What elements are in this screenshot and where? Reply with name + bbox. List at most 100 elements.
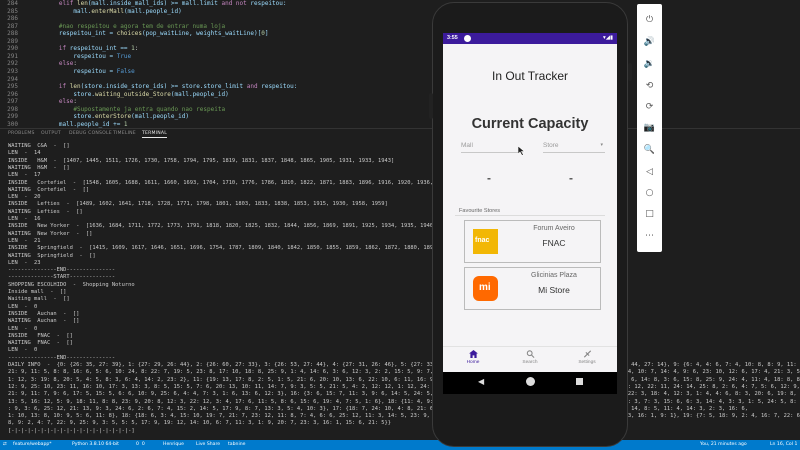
nav-home[interactable]: Home (453, 350, 493, 365)
terminal-line: 12: 9, 25: 10, 23: 11, 16: 10, 17: 3, 13… (8, 383, 800, 390)
tab-debug-console[interactable]: DEBUG CONSOLE (69, 131, 112, 136)
terminal-line: LEN - 0 (8, 347, 38, 354)
python-interpreter[interactable]: Python 3.8.10 64-bit (72, 442, 119, 447)
code-editor[interactable]: 284 elif len(mall.inside_mall_ids) >= ma… (0, 0, 800, 128)
terminal-line: WAITING Auchan - [] (8, 318, 80, 325)
dropdown-arrow-icon: ▾ (600, 142, 603, 148)
terminal-line: Inside mall - [] (8, 289, 67, 295)
card-store: FNAC (542, 238, 566, 248)
status-bar: ⇄ feature/webapp* Python 3.8.10 64-bit 0… (0, 440, 800, 450)
tab-terminal[interactable]: TERMINAL (142, 131, 167, 138)
rotate-right-icon[interactable]: ⟳ (637, 100, 662, 114)
tabnine-status[interactable]: tabnine (228, 442, 245, 447)
live-share-button[interactable]: Live Share (196, 442, 220, 447)
tab-output[interactable]: OUTPUT (41, 131, 61, 136)
terminal-line: LEN - 20 (8, 194, 41, 201)
settings-icon (583, 350, 591, 358)
more-icon[interactable]: ⋯ (637, 229, 662, 243)
capacity-title: Current Capacity (471, 116, 589, 132)
remote-icon[interactable]: ⇄ (3, 442, 7, 447)
home-nav-icon[interactable] (526, 377, 535, 386)
terminal-line: 8, 9: 2, 4: 7, 22: 9, 25: 9, 3: 5, 5: 5,… (8, 420, 391, 427)
code-text: mall.people_id += 1 (30, 120, 128, 128)
power-button (628, 63, 632, 81)
recents-nav-icon[interactable] (576, 378, 583, 385)
terminal-line: DAILY INFO - {0: {26: 35, 27: 39}, 1: {2… (8, 362, 800, 368)
terminal-line: Waiting mall - [] (8, 296, 70, 303)
volume-up-icon[interactable]: 🔊 (637, 35, 662, 49)
terminal-line: : 9, 3: 6, 25: 12, 21: 13, 9: 3, 24: 6, … (8, 405, 748, 412)
fnac-logo: fnac (473, 229, 498, 254)
store-dropdown[interactable]: Store ▾ (543, 140, 605, 153)
back-nav-icon[interactable]: ◀ (478, 377, 484, 386)
mouse-cursor-icon (518, 146, 525, 156)
terminal-line: INSIDE FNAC - [] (8, 332, 73, 339)
tab-timeline[interactable]: TIMELINE (113, 131, 136, 136)
volume-button (429, 93, 433, 119)
card-store: Mi Store (538, 285, 570, 295)
terminal-line: --------------START-------------- (8, 274, 116, 281)
app-screen: 3:55 ▾◢▮ In Out Tracker Current Capacity… (443, 33, 617, 372)
terminal-line: 21: 9, 11: 5, 8: 8, 16: 6, 5: 6, 10: 24,… (8, 369, 800, 376)
terminal-line: LEN - 0 (8, 303, 38, 310)
rotate-left-icon[interactable]: ⟲ (637, 79, 662, 93)
notification-icon (464, 34, 471, 42)
terminal-line: WAITING Lefties - [] (8, 208, 83, 215)
git-branch[interactable]: feature/webapp* (13, 442, 52, 447)
search-icon (526, 350, 534, 358)
terminal-line: ---------------END--------------- (8, 267, 116, 274)
terminal-line: WAITING H&M - [] (8, 164, 70, 171)
nav-search[interactable]: Search (510, 350, 550, 365)
terminal-panel[interactable]: WAITING C&A - [] LEN - 14 INSIDE H&M - [14… (0, 141, 800, 440)
terminal-line: WAITING C&A - [] (8, 143, 70, 149)
terminal-line: SHOPPING ESCOLHIDO - Shopping Noturno (8, 281, 135, 288)
terminal-line: INSIDE Auchan - [] (8, 310, 80, 317)
code-line: 300 mall.people_id += 1 (0, 121, 800, 128)
terminal-line: LEN - 14 (8, 150, 41, 157)
terminal-line: INSIDE New Yorker - [1636, 1684, 1711, 1… (8, 223, 456, 230)
favourites-label: Favourite Stores (459, 208, 501, 214)
power-icon[interactable]: ⏻ (637, 13, 662, 27)
store-count: - (569, 171, 573, 185)
clock: 3:55 (447, 35, 458, 41)
mall-dropdown[interactable]: Mall (461, 140, 523, 153)
terminal-line: 1: 10, 13: 8, 10: 9, 5: 6, 11: 8}, 18: {… (8, 413, 800, 420)
favourite-card-fnac[interactable]: fnac Forum Aveiro FNAC (464, 220, 601, 263)
bottom-navigation: Home Search Settings (443, 346, 617, 372)
terminal-line: WAITING FNAC - [] (8, 340, 73, 347)
terminal-line: INSIDE H&M - [1407, 1445, 1511, 1726, 17… (8, 157, 395, 164)
home-circle-icon[interactable]: ○ (637, 186, 662, 200)
card-place: Forum Aveiro (533, 225, 575, 232)
card-place: Glicinias Plaza (531, 272, 577, 279)
zoom-icon[interactable]: 🔍 (637, 143, 662, 157)
terminal-line: WAITING Cortefiel - [] (8, 186, 90, 193)
user-account[interactable]: Henrique (163, 442, 184, 447)
signal-battery-icon: ▾◢▮ (602, 34, 613, 41)
volume-down-icon[interactable]: 🔉 (637, 57, 662, 71)
git-blame[interactable]: You, 21 minutes ago (700, 442, 747, 447)
mall-count: - (487, 171, 491, 185)
terminal-line: 13: 5, 16: 12, 5: 9, 18: 11, 8: 8, 23: 9… (8, 398, 800, 405)
problems-count[interactable]: 0 0 (136, 442, 145, 447)
terminal-line: [-|-|-|-|-|-|-|-|-|-|-|-|-|-|-|-|-|-|-] (8, 427, 135, 434)
overview-icon[interactable]: □ (637, 207, 662, 221)
cursor-position[interactable]: Ln 16, Col 1 (770, 442, 797, 447)
favourite-card-mi-store[interactable]: mi Glicinias Plaza Mi Store (464, 267, 601, 310)
tab-problems[interactable]: PROBLEMS (8, 131, 35, 136)
camera-icon[interactable]: 📷 (637, 121, 662, 135)
home-icon (468, 350, 478, 358)
terminal-line: INSIDE Springfield - [1415, 1609, 1617, … (8, 245, 499, 252)
terminal-line: INSIDE Cortefiel - [1548, 1605, 1688, 16… (8, 179, 473, 186)
android-navigation-bar: ◀ (443, 372, 617, 394)
terminal-line: LEN - 21 (8, 237, 41, 244)
terminal-line: 1: 12, 3: 19: 8, 20: 5, 4: 5, 8: 3, 6: 4… (8, 376, 800, 383)
back-icon[interactable]: ◁ (637, 165, 662, 179)
mall-dropdown-label: Mall (461, 142, 473, 149)
android-status-bar: 3:55 ▾◢▮ (443, 33, 617, 44)
nav-search-label: Search (522, 360, 538, 365)
nav-settings[interactable]: Settings (567, 350, 607, 365)
terminal-line: LEN - 16 (8, 216, 41, 222)
store-dropdown-label: Store (543, 142, 559, 149)
terminal-line: WAITING Springfield - [] (8, 252, 96, 259)
panel-tab-bar: PROBLEMS OUTPUT DEBUG CONSOLE TIMELINE T… (0, 128, 800, 140)
